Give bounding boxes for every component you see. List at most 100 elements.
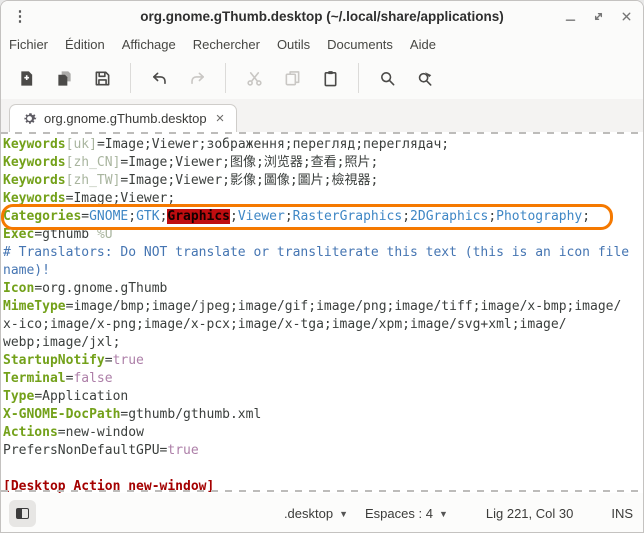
menu-item-fichier[interactable]: Fichier xyxy=(9,37,48,52)
search-button[interactable] xyxy=(370,62,404,94)
tab-strip: org.gnome.gThumb.desktop × xyxy=(1,99,643,132)
new-document-button[interactable] xyxy=(9,62,43,94)
menu-item-affichage[interactable]: Affichage xyxy=(122,37,176,52)
redo-button xyxy=(180,62,214,94)
code-segment: Keywords xyxy=(3,191,66,206)
code-line[interactable]: Type=Application xyxy=(3,388,643,406)
code-segment: Viewer xyxy=(238,209,285,224)
code-segment: =Application xyxy=(34,389,128,404)
code-segment: Actions xyxy=(3,425,58,440)
code-segment: = xyxy=(105,353,113,368)
save-button[interactable] xyxy=(85,62,119,94)
code-line[interactable]: x-ico;image/x-png;image/x-pcx;image/x-tg… xyxy=(3,316,643,334)
status-right: .desktop ▼ Espaces : 4 ▼ Lig 221, Col 30… xyxy=(284,506,633,521)
code-segment: Categories xyxy=(3,209,81,224)
redo-icon xyxy=(189,70,206,87)
tab-label: org.gnome.gThumb.desktop xyxy=(44,111,207,126)
language-selector[interactable]: .desktop ▼ xyxy=(284,506,348,521)
code-line[interactable]: Icon=org.gnome.gThumb xyxy=(3,280,643,298)
window-title: org.gnome.gThumb.desktop (~/.local/share… xyxy=(1,9,643,24)
code-line[interactable]: Categories=GNOME;GTK;Graphics;Viewer;Ras… xyxy=(3,208,643,226)
copy-icon xyxy=(284,70,301,87)
side-panel-toggle-button[interactable] xyxy=(9,500,36,527)
code-segment: # Translators: Do NOT translate or trans… xyxy=(3,245,629,260)
minimize-button[interactable] xyxy=(561,7,579,25)
paste-button[interactable] xyxy=(313,62,347,94)
code-line[interactable]: Keywords[zh_CN]=Image;Viewer;图像;浏览器;查看;照… xyxy=(3,154,643,172)
code-line[interactable]: Exec=gthumb %U xyxy=(3,226,643,244)
input-mode-indicator[interactable]: INS xyxy=(611,506,633,521)
code-segment: true xyxy=(113,353,144,368)
toolbar xyxy=(1,57,643,99)
code-segment: ; xyxy=(128,209,136,224)
code-line[interactable]: webp;image/jxl; xyxy=(3,334,643,352)
code-segment: X-GNOME-DocPath xyxy=(3,407,120,422)
code-segment: ; xyxy=(402,209,410,224)
indent-selector[interactable]: Espaces : 4 ▼ xyxy=(365,506,448,521)
code-line[interactable]: X-GNOME-DocPath=gthumb/gthumb.xml xyxy=(3,406,643,424)
text-editor-area[interactable]: Keywords[uk]=Image;Viewer;зображення;пер… xyxy=(1,132,643,493)
code-line[interactable]: StartupNotify=true xyxy=(3,352,643,370)
cursor-position: Lig 221, Col 30 xyxy=(486,506,573,521)
close-button[interactable] xyxy=(617,7,635,25)
chevron-down-icon: ▼ xyxy=(439,509,448,519)
open-document-button[interactable] xyxy=(47,62,81,94)
undo-button[interactable] xyxy=(142,62,176,94)
code-line[interactable]: Keywords[zh_TW]=Image;Viewer;影像;圖像;圖片;檢視… xyxy=(3,172,643,190)
code-segment: [zh_TW] xyxy=(66,173,121,188)
tab-close-button[interactable]: × xyxy=(214,111,227,126)
menu-item-rechercher[interactable]: Rechercher xyxy=(193,37,260,52)
code-segment: = xyxy=(81,209,89,224)
menu-item-documents[interactable]: Documents xyxy=(327,37,393,52)
code-line[interactable]: Actions=new-window xyxy=(3,424,643,442)
code-segment: name)! xyxy=(3,263,50,278)
code-line[interactable]: Terminal=false xyxy=(3,370,643,388)
menu-item-edition[interactable]: Édition xyxy=(65,37,105,52)
search-icon xyxy=(379,70,396,87)
copy-button xyxy=(275,62,309,94)
code-line[interactable] xyxy=(3,460,643,478)
chevron-down-icon: ▼ xyxy=(339,509,348,519)
code-segment: =Image;Viewer;图像;浏览器;查看;照片; xyxy=(120,155,378,170)
code-line[interactable]: MimeType=image/bmp;image/jpeg;image/gif;… xyxy=(3,298,643,316)
code-segment: true xyxy=(167,443,198,458)
search-replace-button[interactable] xyxy=(408,62,442,94)
code-segment: MimeType xyxy=(3,299,66,314)
code-segment: PrefersNonDefaultGPU= xyxy=(3,443,167,458)
toolbar-separator xyxy=(130,63,131,93)
code-segment: false xyxy=(73,371,112,386)
code-segment: ; xyxy=(582,209,590,224)
bottom-dashed-divider xyxy=(1,490,643,492)
code-segment: =gthumb/gthumb.xml xyxy=(120,407,261,422)
code-segment: %U xyxy=(97,227,113,242)
tab-org-gnome-gthumb-desktop[interactable]: org.gnome.gThumb.desktop × xyxy=(9,104,237,132)
code-segment: Terminal xyxy=(3,371,66,386)
drag-handle-icon: ⋮ xyxy=(9,9,31,24)
code-lines: Keywords[uk]=Image;Viewer;зображення;пер… xyxy=(1,132,643,493)
code-segment: Keywords xyxy=(3,137,66,152)
paste-icon xyxy=(322,70,339,87)
code-segment: =Image;Viewer;影像;圖像;圖片;檢視器; xyxy=(120,173,378,188)
code-line[interactable]: Keywords=Image;Viewer; xyxy=(3,190,643,208)
code-segment: webp;image/jxl; xyxy=(3,335,120,350)
language-label: .desktop xyxy=(284,506,333,521)
code-line[interactable]: Keywords[uk]=Image;Viewer;зображення;пер… xyxy=(3,136,643,154)
code-segment: StartupNotify xyxy=(3,353,105,368)
status-bar: .desktop ▼ Espaces : 4 ▼ Lig 221, Col 30… xyxy=(1,493,643,533)
undo-icon xyxy=(151,70,168,87)
code-segment: 2DGraphics xyxy=(410,209,488,224)
title-bar: ⋮ org.gnome.gThumb.desktop (~/.local/sha… xyxy=(1,1,643,31)
code-segment: Keywords xyxy=(3,155,66,170)
code-line[interactable]: # Translators: Do NOT translate or trans… xyxy=(3,244,643,262)
code-segment: [zh_CN] xyxy=(66,155,121,170)
menu-bar: Fichier Édition Affichage Rechercher Outils D… xyxy=(1,31,643,57)
menu-item-outils[interactable]: Outils xyxy=(277,37,310,52)
restore-button[interactable] xyxy=(589,7,607,25)
code-line[interactable]: name)! xyxy=(3,262,643,280)
code-segment: =Image;Viewer; xyxy=(66,191,176,206)
code-line[interactable]: PrefersNonDefaultGPU=true xyxy=(3,442,643,460)
toolbar-separator xyxy=(225,63,226,93)
code-segment: Type xyxy=(3,389,34,404)
menu-item-aide[interactable]: Aide xyxy=(410,37,436,52)
side-panel-icon xyxy=(16,508,29,519)
